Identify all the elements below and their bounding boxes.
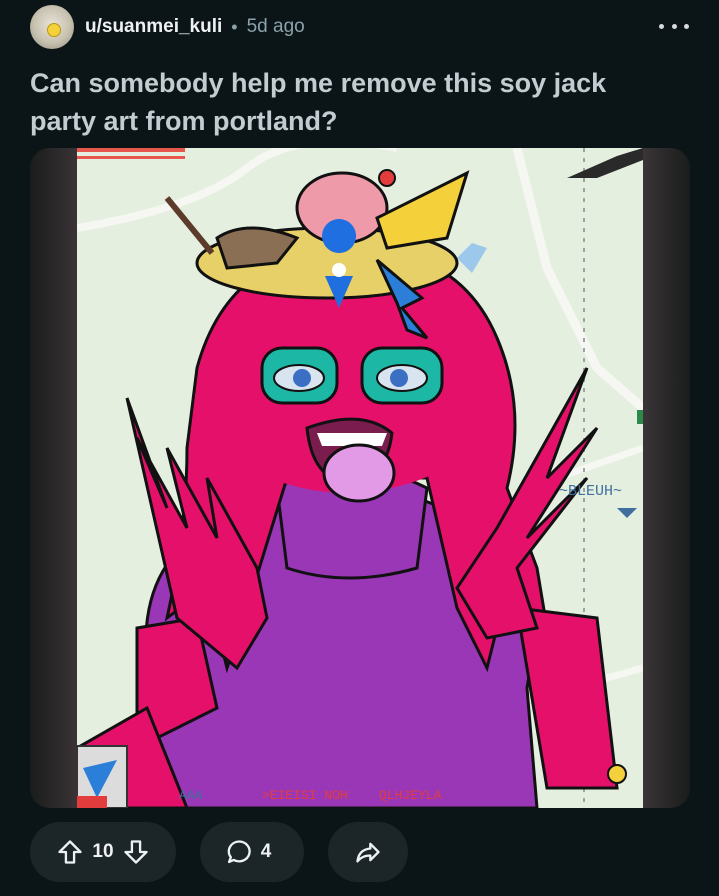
post-title[interactable]: Can somebody help me remove this soy jac… <box>30 64 670 140</box>
bottom-text-eieisi: >EIEISI NOH <box>262 788 348 803</box>
bottom-text-qlhjeyla: QLHJEYLA <box>379 788 442 803</box>
username-link[interactable]: u/suanmei_kuli <box>85 16 222 38</box>
vote-count: 10 <box>92 841 114 862</box>
post-time: 5d ago <box>246 16 305 37</box>
caption-bleuh: ~BLEUH~ <box>559 483 622 500</box>
avatar[interactable] <box>30 5 74 49</box>
bottom-text-aaa: AAA <box>179 788 203 803</box>
comment-icon <box>227 840 251 864</box>
vote-bar: 10 <box>30 822 176 882</box>
comments-button[interactable]: 4 <box>200 822 304 882</box>
image-blur-right <box>643 148 690 808</box>
post-image[interactable]: ~BLEUH~ AAA >EIEISI NOH QLHJEYLA <box>30 148 690 808</box>
share-icon <box>356 842 380 863</box>
share-button[interactable] <box>328 822 408 882</box>
more-options-icon[interactable] <box>659 16 689 36</box>
separator-dot: • <box>231 16 238 37</box>
image-blur-left <box>30 148 77 808</box>
avatar-face-icon <box>47 23 61 37</box>
upvote-icon[interactable] <box>56 838 84 866</box>
pixel-art-image: ~BLEUH~ AAA >EIEISI NOH QLHJEYLA <box>77 148 643 808</box>
downvote-icon[interactable] <box>122 838 150 866</box>
post-actions: 10 4 <box>30 822 408 882</box>
comment-count: 4 <box>260 841 272 862</box>
post-header: u/suanmei_kuli • 5d ago <box>30 5 689 49</box>
